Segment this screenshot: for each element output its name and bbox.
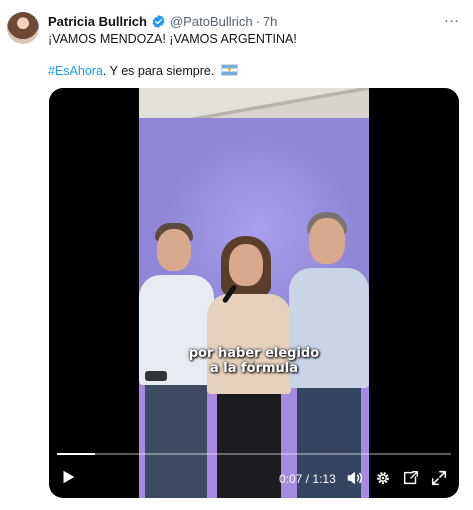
tweet-text-line2: #EsAhora. Y es para siempre.	[48, 64, 238, 78]
video-caption-line2: a la fórmula	[209, 361, 299, 376]
tweet-header: Patricia Bullrich @PatoBullrich · 7h	[48, 11, 277, 31]
volume-icon[interactable]	[345, 469, 363, 487]
video-player[interactable]: por haber elegido a la fórmula 0:07 / 1:…	[49, 88, 459, 498]
argentina-flag-emoji	[220, 64, 238, 76]
tweet-text-rest: . Y es para siempre.	[102, 64, 215, 78]
author-handle[interactable]: @PatoBullrich	[170, 14, 253, 29]
settings-gear-icon[interactable]	[374, 469, 392, 487]
fullscreen-icon[interactable]	[430, 469, 448, 487]
separator-dot: ·	[255, 13, 260, 29]
more-icon[interactable]: …	[441, 9, 463, 27]
author-name[interactable]: Patricia Bullrich	[48, 14, 147, 29]
pip-icon[interactable]	[402, 469, 420, 487]
current-time: 0:07	[279, 472, 303, 486]
video-progress-fill	[57, 453, 95, 455]
stage-ceiling	[139, 88, 369, 118]
video-caption-line1: por haber elegido	[188, 346, 320, 361]
duration: 1:13	[312, 472, 336, 486]
video-time-display: 0:07 / 1:13	[279, 472, 336, 486]
tweet-text-line1: ¡VAMOS MENDOZA! ¡VAMOS ARGENTINA!	[48, 32, 297, 46]
video-progress-bar[interactable]	[57, 453, 451, 455]
play-icon[interactable]	[59, 468, 77, 486]
verified-badge-icon	[152, 14, 165, 28]
hashtag-link[interactable]: #EsAhora	[48, 64, 103, 78]
avatar[interactable]	[7, 12, 39, 44]
tweet-card[interactable]: Patricia Bullrich @PatoBullrich · 7h … ¡…	[0, 0, 473, 510]
time-separator: /	[305, 472, 310, 486]
video-frame	[139, 88, 369, 498]
tweet-timestamp[interactable]: 7h	[263, 14, 277, 29]
